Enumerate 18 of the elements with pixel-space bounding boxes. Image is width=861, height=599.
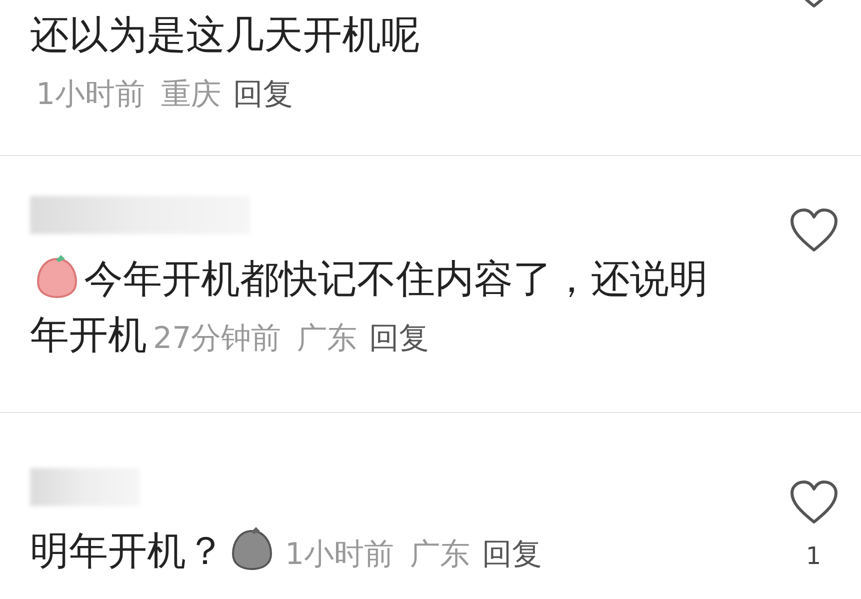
comment-location: 广东	[297, 321, 358, 356]
comment-time: 1小时前	[285, 537, 394, 572]
reply-button[interactable]: 回复	[369, 311, 430, 367]
comment-text: 年开机	[30, 313, 147, 358]
comment-text: 明年开机？	[30, 529, 225, 574]
comment-location: 广东	[410, 537, 470, 572]
comment-time: 1小时前	[36, 77, 146, 112]
comment-text: 还以为是这几天开机呢	[30, 13, 420, 58]
sticker-icon	[34, 254, 80, 300]
reply-button[interactable]: 回复	[233, 67, 294, 123]
heart-icon[interactable]	[788, 480, 838, 526]
comment-location: 重庆	[161, 77, 222, 112]
like-count: 1	[806, 541, 822, 572]
sticker-icon	[229, 526, 275, 572]
comment-text: 今年开机都快记不住内容了，还说明	[84, 257, 708, 302]
reply-button[interactable]: 回复	[482, 527, 542, 583]
comment-time: 27分钟前	[153, 321, 282, 356]
heart-icon[interactable]	[788, 208, 838, 254]
